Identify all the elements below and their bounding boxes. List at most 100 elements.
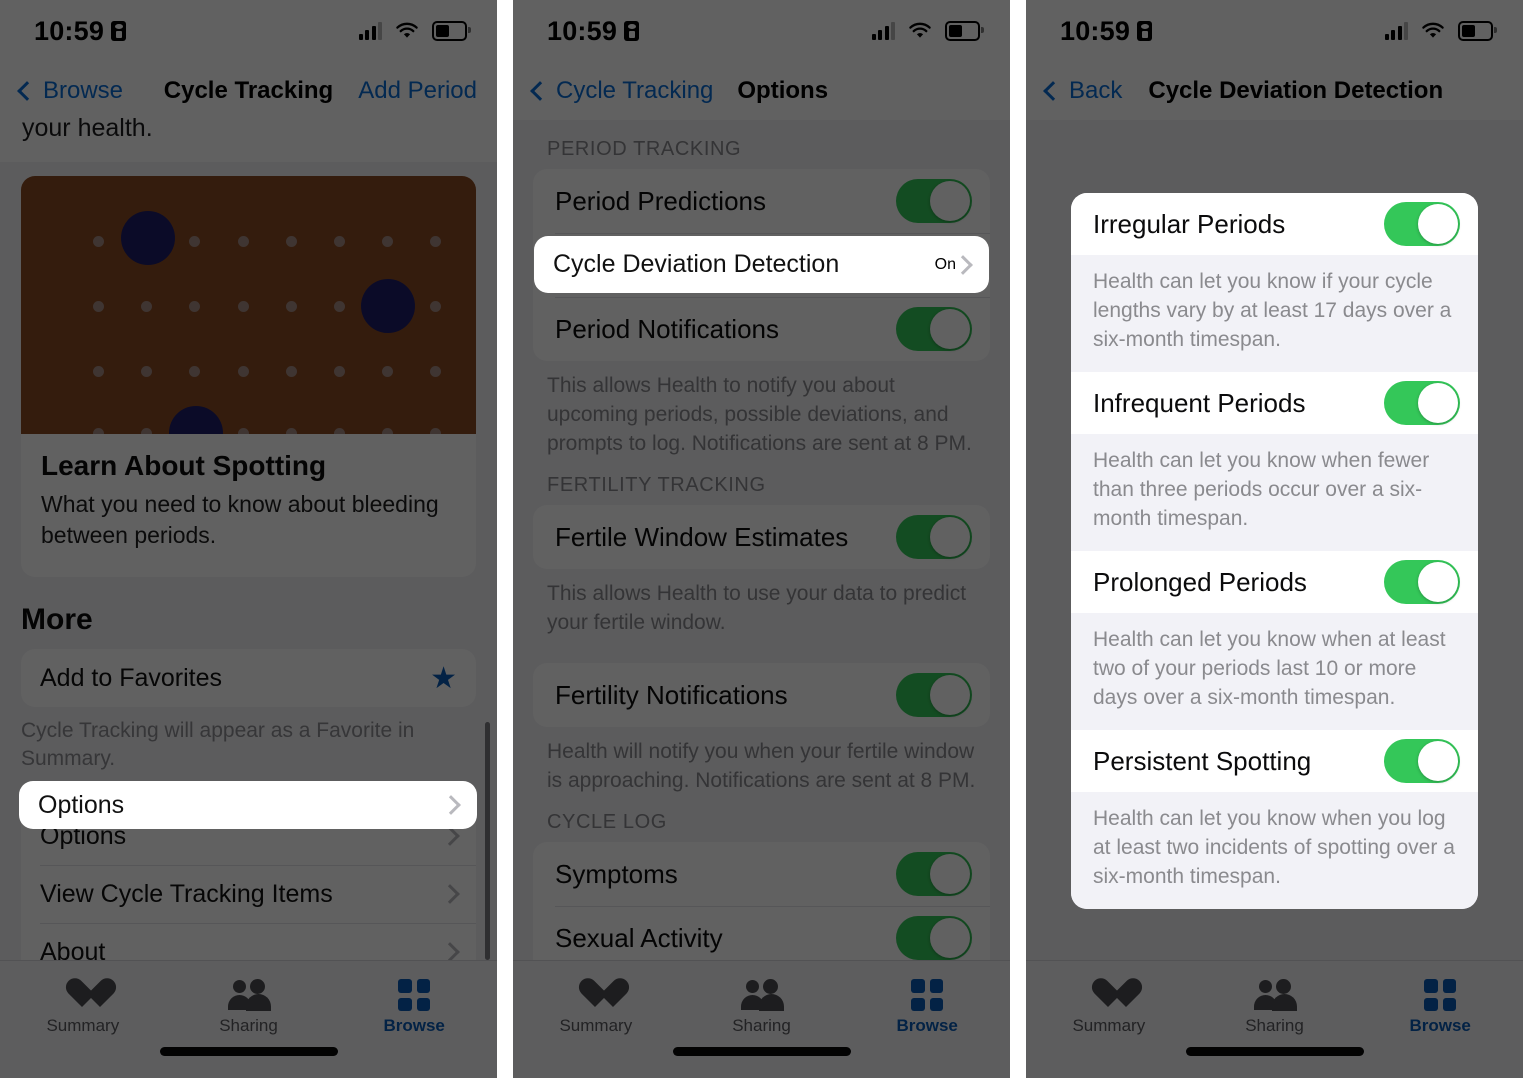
- row-infrequent-periods[interactable]: Infrequent Periods: [1071, 372, 1478, 434]
- description-fertile-window: This allows Health to use your data to p…: [547, 582, 967, 634]
- back-button-browse[interactable]: Browse: [17, 77, 123, 105]
- battery-icon: [432, 21, 471, 41]
- nav-bar-3: Back Cycle Deviation Detection: [1026, 62, 1523, 120]
- tab-summary[interactable]: Summary: [0, 979, 166, 1036]
- row-irregular-periods[interactable]: Irregular Periods: [1071, 193, 1478, 255]
- fertile-window-toggle[interactable]: [896, 515, 972, 559]
- row-add-to-favorites[interactable]: Add to Favorites ★: [21, 649, 476, 707]
- infrequent-periods-toggle[interactable]: [1384, 381, 1460, 425]
- view-items-label: View Cycle Tracking Items: [40, 879, 333, 908]
- irregular-periods-toggle[interactable]: [1384, 202, 1460, 246]
- row-period-notifications[interactable]: Period Notifications: [533, 297, 990, 361]
- row-fertile-window-estimates[interactable]: Fertile Window Estimates: [533, 505, 990, 569]
- status-bar-1: 10:59: [0, 0, 497, 62]
- chevron-right-icon: [440, 826, 460, 846]
- status-time: 10:59: [1060, 15, 1131, 46]
- cellular-signal-icon: [871, 22, 895, 40]
- wifi-icon: [908, 22, 932, 40]
- description-period-tracking: This allows Health to notify you about u…: [547, 374, 972, 455]
- row-prolonged-periods[interactable]: Prolonged Periods: [1071, 551, 1478, 613]
- sexual-activity-label: Sexual Activity: [555, 922, 723, 953]
- section-title-more: More: [21, 603, 93, 636]
- symptoms-toggle[interactable]: [896, 852, 972, 896]
- grid-icon: [911, 979, 944, 1011]
- description-fertility-notifications: Health will notify you when your fertile…: [547, 740, 976, 792]
- heart-icon: [578, 979, 614, 1011]
- row-view-cycle-tracking-items[interactable]: View Cycle Tracking Items: [21, 865, 476, 923]
- tab-summary[interactable]: Summary: [1026, 979, 1192, 1036]
- people-icon: [227, 979, 271, 1011]
- sexual-activity-toggle[interactable]: [896, 916, 972, 960]
- panel-gap-1: [497, 0, 513, 1078]
- tab-summary[interactable]: Summary: [513, 979, 679, 1036]
- tab-bar-2: Summary Sharing Browse: [513, 960, 1010, 1078]
- tab-summary-label: Summary: [46, 1016, 120, 1035]
- period-predictions-toggle[interactable]: [896, 179, 972, 223]
- row-fertility-notifications[interactable]: Fertility Notifications: [533, 663, 990, 727]
- tab-bar-3: Summary Sharing Browse: [1026, 960, 1523, 1078]
- learn-card-body: What you need to know about bleeding bet…: [41, 491, 439, 548]
- fertile-window-label: Fertile Window Estimates: [555, 521, 849, 552]
- period-notifications-toggle[interactable]: [896, 307, 972, 351]
- truncated-card: your health.: [0, 114, 497, 162]
- status-bar-3: 10:59: [1026, 0, 1523, 62]
- options-row-highlighted[interactable]: Options: [19, 781, 477, 829]
- row-symptoms[interactable]: Symptoms: [533, 842, 990, 906]
- persistent-spotting-label: Persistent Spotting: [1093, 745, 1312, 776]
- chevron-left-icon: [17, 81, 37, 101]
- tab-browse[interactable]: Browse: [844, 979, 1010, 1036]
- cycle-deviation-label: Cycle Deviation Detection: [553, 250, 840, 278]
- star-icon[interactable]: ★: [430, 661, 457, 696]
- favorites-footnote: Cycle Tracking will appear as a Favorite…: [21, 719, 415, 770]
- people-icon: [1253, 979, 1297, 1011]
- nav-bar-1: Browse Cycle Tracking Add Period: [0, 62, 497, 120]
- cycle-deviation-detection-row-highlighted[interactable]: Cycle Deviation Detection On: [534, 236, 989, 293]
- persistent-spotting-toggle[interactable]: [1384, 739, 1460, 783]
- back-button-cycle-tracking[interactable]: Cycle Tracking: [530, 77, 714, 105]
- home-indicator-3: [1185, 1047, 1364, 1056]
- tab-browse[interactable]: Browse: [331, 979, 497, 1036]
- fertility-notifications-toggle[interactable]: [896, 673, 972, 717]
- tab-sharing[interactable]: Sharing: [1192, 979, 1358, 1036]
- irregular-periods-description: Health can let you know if your cycle le…: [1071, 255, 1478, 372]
- wifi-icon: [1421, 22, 1445, 40]
- chevron-right-icon: [440, 884, 460, 904]
- period-predictions-label: Period Predictions: [555, 185, 766, 216]
- battery-icon: [1458, 21, 1497, 41]
- learn-about-spotting-card[interactable]: Learn About Spotting What you need to kn…: [21, 176, 476, 577]
- status-bar-left: 10:59: [1060, 15, 1153, 47]
- persistent-spotting-description: Health can let you know when you log at …: [1071, 792, 1478, 909]
- tab-browse[interactable]: Browse: [1357, 979, 1523, 1036]
- home-indicator-2: [672, 1047, 851, 1056]
- group-header-fertility-tracking: FERTILITY TRACKING: [547, 474, 766, 496]
- prolonged-periods-description: Health can let you know when at least tw…: [1071, 613, 1478, 730]
- more-menu-group: Options View Cycle Tracking Items About: [21, 807, 476, 981]
- symptoms-label: Symptoms: [555, 858, 678, 889]
- tab-summary-label: Summary: [1072, 1016, 1146, 1035]
- tab-browse-label: Browse: [896, 1016, 958, 1035]
- scroll-indicator-1[interactable]: [485, 722, 490, 960]
- dot-grid-graphic: [21, 176, 476, 434]
- back-button[interactable]: Back: [1043, 77, 1122, 105]
- deviation-detection-list: Irregular Periods Health can let you kno…: [1071, 193, 1478, 909]
- prolonged-periods-toggle[interactable]: [1384, 560, 1460, 604]
- tab-sharing[interactable]: Sharing: [166, 979, 332, 1036]
- options-label: Options: [38, 790, 125, 819]
- favorites-group: Add to Favorites ★: [21, 649, 476, 707]
- tab-sharing-label: Sharing: [732, 1016, 791, 1035]
- tab-sharing[interactable]: Sharing: [679, 979, 845, 1036]
- screen-1: 10:59 Browse Cycle Tracking Add Period y…: [0, 0, 497, 1078]
- add-period-button[interactable]: Add Period: [358, 77, 477, 105]
- row-period-predictions[interactable]: Period Predictions: [533, 169, 990, 233]
- screen-3: 10:59 Back Cycle Deviation Detection Irr…: [1026, 0, 1523, 1078]
- irregular-periods-label: Irregular Periods: [1093, 208, 1286, 239]
- spotting-illustration: [21, 176, 476, 434]
- wifi-icon: [395, 22, 419, 40]
- people-icon: [740, 979, 784, 1011]
- row-persistent-spotting[interactable]: Persistent Spotting: [1071, 730, 1478, 792]
- back-button-label: Cycle Tracking: [556, 77, 714, 104]
- chevron-left-icon: [530, 81, 550, 101]
- cellular-signal-icon: [358, 22, 382, 40]
- content-1[interactable]: your health. Learn About Spotting What y…: [0, 114, 497, 1078]
- period-notifications-label: Period Notifications: [555, 313, 779, 344]
